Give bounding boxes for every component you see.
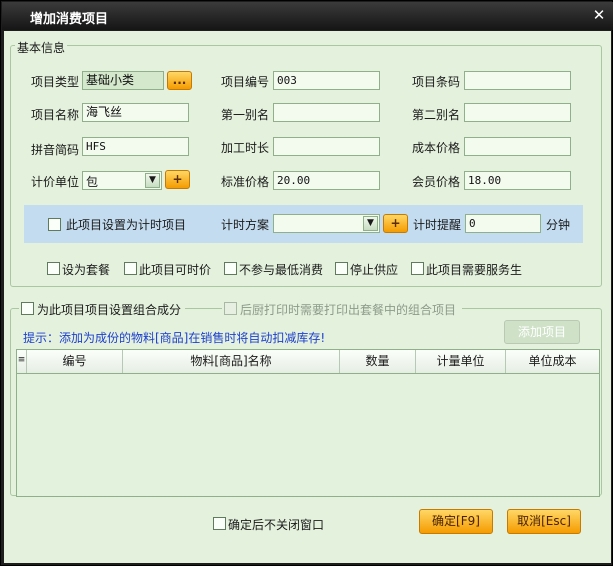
timing-remind-input[interactable]: 0 bbox=[465, 214, 541, 233]
stop-supply-label: 停止供应 bbox=[350, 263, 399, 277]
print-option-checkbox[interactable] bbox=[224, 302, 237, 315]
item-code-input[interactable]: 003 bbox=[273, 71, 380, 90]
std-price-label: 标准价格 bbox=[221, 175, 270, 189]
item-type-browse-button[interactable]: ... bbox=[167, 71, 192, 90]
window-title: 增加消费项目 bbox=[30, 12, 109, 27]
column-header[interactable]: 编号 bbox=[27, 350, 123, 373]
combo-checkbox[interactable] bbox=[21, 302, 34, 315]
components-table[interactable]: ≡ 编号 物料[商品]名称 数量 计量单位 单位成本 bbox=[16, 349, 600, 497]
barcode-label: 项目条码 bbox=[412, 75, 461, 89]
set-meal-checkbox[interactable] bbox=[47, 262, 60, 275]
chevron-down-icon[interactable]: ▼ bbox=[145, 173, 160, 188]
chevron-down-icon[interactable]: ▼ bbox=[363, 216, 378, 231]
timed-price-checkbox[interactable] bbox=[124, 262, 137, 275]
print-option: 后厨打印时需要打印出套餐中的组合项目 bbox=[222, 301, 462, 317]
column-header[interactable]: 单位成本 bbox=[506, 350, 599, 373]
keep-open-checkbox[interactable] bbox=[213, 517, 226, 530]
add-timing-plan-button[interactable]: + bbox=[383, 214, 408, 233]
timing-panel: 此项目设置为计时项目 计时方案 ▼ + 计时提醒 0 分钟 bbox=[24, 205, 583, 243]
keep-open-label: 确定后不关闭窗口 bbox=[228, 518, 325, 532]
alias1-label: 第一别名 bbox=[221, 108, 270, 122]
timing-checkbox[interactable] bbox=[48, 218, 61, 231]
member-price-input[interactable]: 18.00 bbox=[464, 171, 571, 190]
ok-button[interactable]: 确定[F9] bbox=[419, 509, 493, 534]
table-header: ≡ 编号 物料[商品]名称 数量 计量单位 单位成本 bbox=[17, 350, 599, 374]
unit-label: 计价单位 bbox=[31, 175, 80, 189]
cancel-button[interactable]: 取消[Esc] bbox=[507, 509, 581, 534]
close-icon[interactable]: ✕ bbox=[591, 7, 607, 23]
timing-unit-label: 分钟 bbox=[546, 218, 571, 232]
member-price-label: 会员价格 bbox=[412, 175, 461, 189]
column-header[interactable]: 数量 bbox=[340, 350, 416, 373]
basic-info-legend: 基本信息 bbox=[15, 39, 68, 56]
column-header[interactable]: 计量单位 bbox=[416, 350, 506, 373]
item-type-field[interactable]: 基础小类 bbox=[82, 71, 164, 90]
print-option-label: 后厨打印时需要打印出套餐中的组合项目 bbox=[240, 303, 457, 317]
process-time-input[interactable] bbox=[273, 137, 380, 156]
item-name-label: 项目名称 bbox=[31, 108, 80, 122]
barcode-input[interactable] bbox=[464, 71, 571, 90]
need-service-checkbox[interactable] bbox=[411, 262, 424, 275]
process-time-label: 加工时长 bbox=[221, 141, 270, 155]
cost-price-input[interactable] bbox=[464, 137, 571, 156]
unit-select[interactable]: 包 ▼ bbox=[82, 171, 162, 190]
add-item-button[interactable]: 添加项目 bbox=[504, 320, 580, 344]
combo-legend: 为此项目项目设置组合成分 bbox=[19, 301, 185, 317]
item-name-input[interactable]: 海飞丝 bbox=[82, 103, 189, 122]
timing-plan-label: 计时方案 bbox=[221, 218, 270, 232]
pinyin-label: 拼音简码 bbox=[31, 143, 80, 157]
timing-remind-label: 计时提醒 bbox=[413, 218, 462, 232]
title-bar[interactable]: 增加消费项目 ✕ bbox=[2, 2, 613, 30]
need-service-label: 此项目需要服务生 bbox=[426, 263, 523, 277]
alias1-input[interactable] bbox=[273, 103, 380, 122]
no-min-consume-label: 不参与最低消费 bbox=[239, 263, 324, 277]
item-code-label: 项目编号 bbox=[221, 75, 270, 89]
pinyin-input[interactable]: HFS bbox=[82, 137, 189, 156]
column-header[interactable]: 物料[商品]名称 bbox=[123, 350, 340, 373]
dialog-window: 增加消费项目 ✕ 基本信息 项目类型 基础小类 ... 项目编号 003 项目条… bbox=[0, 0, 613, 566]
std-price-input[interactable]: 20.00 bbox=[273, 171, 380, 190]
unit-select-value: 包 bbox=[86, 175, 99, 189]
dialog-body: 基本信息 项目类型 基础小类 ... 项目编号 003 项目条码 项目名称 海飞… bbox=[4, 31, 611, 563]
alias2-input[interactable] bbox=[464, 103, 571, 122]
timing-plan-select[interactable]: ▼ bbox=[273, 214, 380, 233]
stop-supply-checkbox[interactable] bbox=[335, 262, 348, 275]
alias2-label: 第二别名 bbox=[412, 108, 461, 122]
cost-price-label: 成本价格 bbox=[412, 141, 461, 155]
timed-price-label: 此项目可时价 bbox=[139, 263, 212, 277]
combo-legend-label: 为此项目项目设置组合成分 bbox=[37, 303, 182, 317]
set-meal-label: 设为套餐 bbox=[62, 263, 111, 277]
row-indicator-icon: ≡ bbox=[17, 350, 27, 373]
no-min-consume-checkbox[interactable] bbox=[224, 262, 237, 275]
add-unit-button[interactable]: + bbox=[165, 170, 190, 189]
timing-check-label: 此项目设置为计时项目 bbox=[66, 218, 187, 232]
item-type-label: 项目类型 bbox=[31, 75, 80, 89]
hint-text: 提示：添加为成份的物料[商品]在销售时将自动扣减库存! bbox=[23, 331, 326, 345]
